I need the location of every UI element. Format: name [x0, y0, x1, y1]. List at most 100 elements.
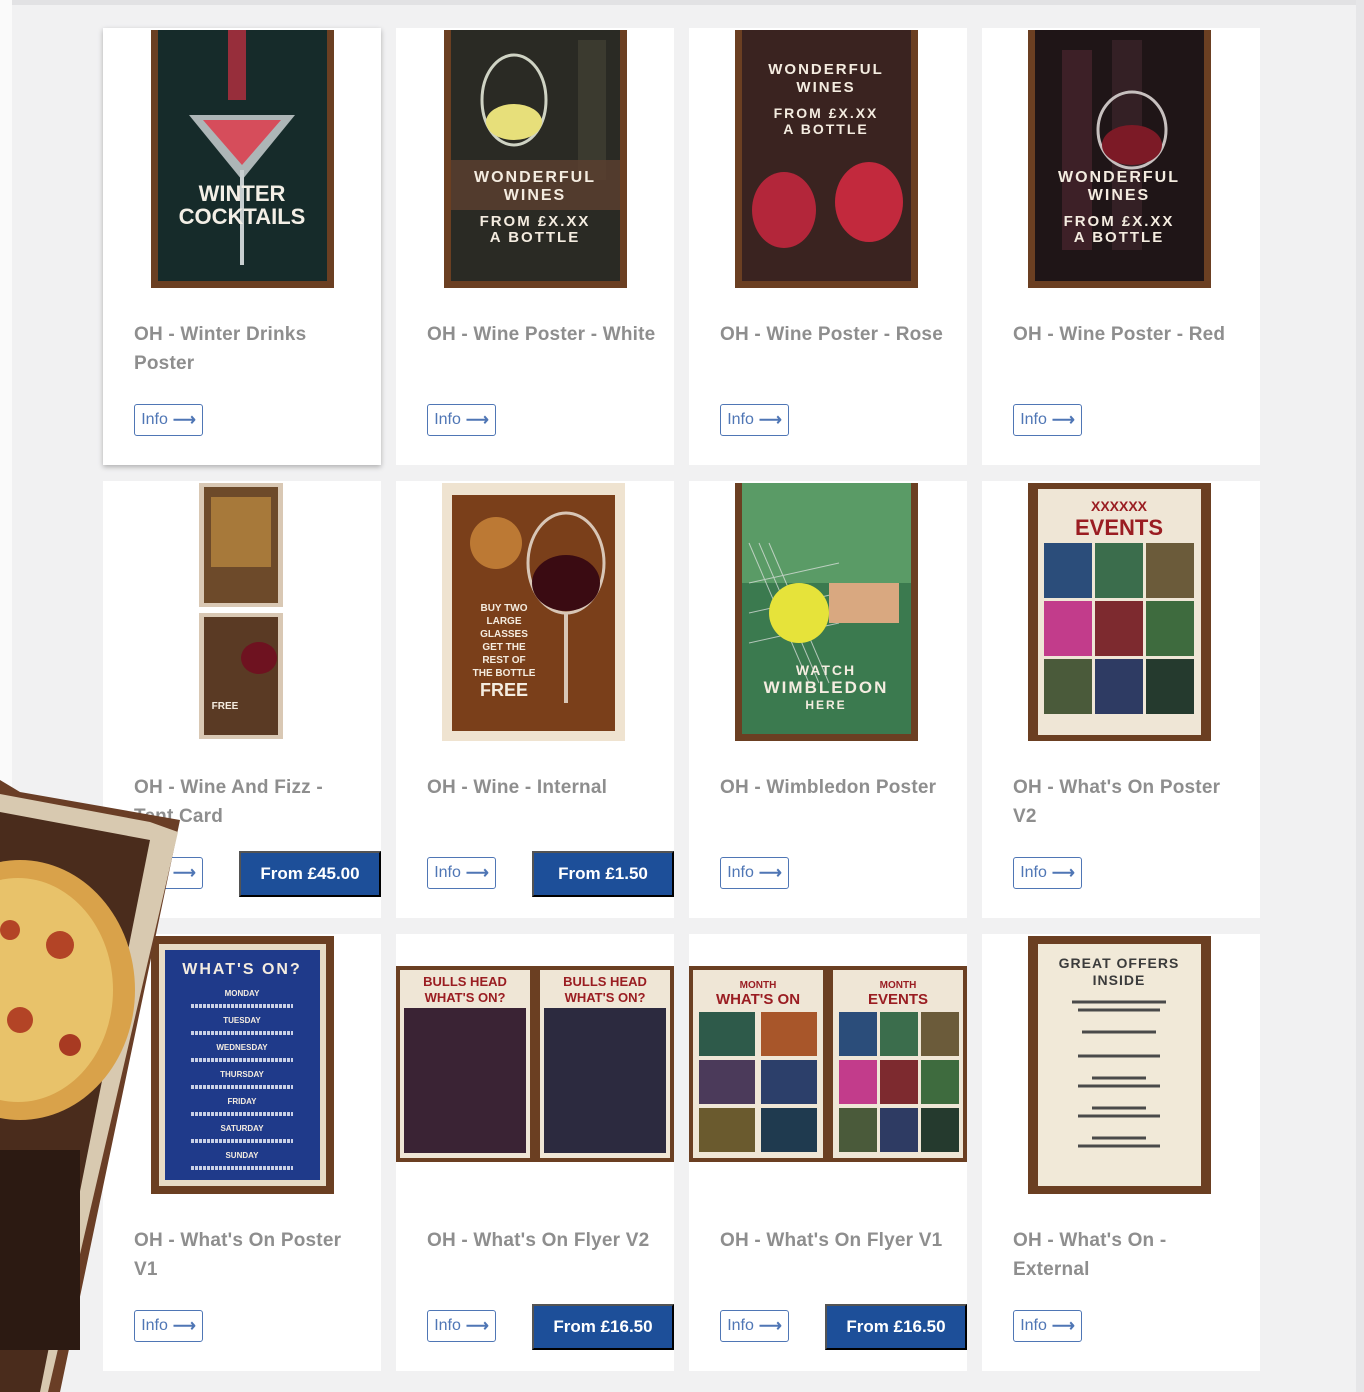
right-edge: [1356, 0, 1364, 1392]
product-card[interactable]: XXXXXX EVENTS OH - What's On Poster V2 I…: [982, 481, 1260, 918]
info-button[interactable]: Info ⟶: [720, 1310, 789, 1342]
product-title[interactable]: OH - Winter Drinks Poster: [134, 320, 364, 378]
arrow-right-icon: ⟶: [172, 1318, 196, 1335]
product-card[interactable]: WONDERFUL WINES FROM £X.XX A BOTTLE OH -…: [396, 28, 674, 465]
arrow-right-icon: ⟶: [172, 412, 196, 429]
price-button[interactable]: From £45.00: [239, 851, 381, 897]
info-button[interactable]: Info ⟶: [427, 857, 496, 889]
poster-text: BUY TWO: [480, 603, 527, 614]
left-edge: [0, 0, 12, 1392]
product-thumbnail[interactable]: FREE: [103, 483, 381, 743]
poster-text: MONTH: [740, 980, 777, 991]
great-offers-poster-image: GREAT OFFERS INSIDE: [1028, 936, 1211, 1194]
product-thumbnail[interactable]: WINTER COCKTAILS: [103, 30, 381, 290]
product-card[interactable]: BUY TWO LARGE GLASSES GET THE REST OF TH…: [396, 481, 674, 918]
product-card[interactable]: MONTH WHAT'S ON MONTH EVENTS OH - What's…: [689, 934, 967, 1371]
poster-text: INSIDE: [1093, 972, 1146, 988]
poster-text: WINES: [1088, 187, 1150, 204]
info-button[interactable]: Info ⟶: [427, 404, 496, 436]
product-thumbnail[interactable]: WONDERFUL WINES FROM £X.XX A BOTTLE: [689, 30, 967, 290]
price-button[interactable]: From £16.50: [532, 1304, 674, 1350]
product-grid: WINTER COCKTAILS OH - Winter Drinks Post…: [103, 28, 1263, 1371]
winter-cocktails-poster-image: WINTER COCKTAILS: [151, 30, 334, 288]
poster-text: WONDERFUL: [1058, 169, 1180, 186]
product-thumbnail[interactable]: WATCH WIMBLEDON HERE: [689, 483, 967, 743]
info-button-label: Info: [727, 864, 754, 881]
product-title[interactable]: OH - What's On Poster V1: [134, 1226, 364, 1284]
product-card[interactable]: BULLS HEAD WHAT'S ON? BULLS HEAD WHAT'S …: [396, 934, 674, 1371]
product-title[interactable]: OH - Wine - Internal: [427, 773, 657, 802]
info-button[interactable]: Info ⟶: [1013, 857, 1082, 889]
rose-wine-poster-image: WONDERFUL WINES FROM £X.XX A BOTTLE: [735, 30, 918, 288]
price-button[interactable]: From £1.50: [532, 851, 674, 897]
product-title[interactable]: OH - Wine Poster - Red: [1013, 320, 1243, 349]
product-title[interactable]: OH - What's On Poster V2: [1013, 773, 1243, 831]
info-button-label: Info: [141, 1317, 168, 1334]
info-button-label: Info: [141, 411, 168, 428]
product-title[interactable]: OH - Wine Poster - Rose: [720, 320, 950, 349]
poster-text: FRIDAY: [227, 1097, 257, 1106]
product-title[interactable]: OH - Wine Poster - White: [427, 320, 657, 349]
info-button[interactable]: Info ⟶: [134, 857, 203, 889]
poster-text: A BOTTLE: [490, 229, 580, 246]
poster-text: WONDERFUL: [474, 169, 596, 186]
arrow-right-icon: ⟶: [465, 1318, 489, 1335]
info-button-label: Info: [1020, 1317, 1047, 1334]
info-button[interactable]: Info ⟶: [720, 404, 789, 436]
arrow-right-icon: ⟶: [172, 865, 196, 882]
product-card[interactable]: WINTER COCKTAILS OH - Winter Drinks Post…: [103, 28, 381, 465]
price-button[interactable]: From £16.50: [825, 1304, 967, 1350]
info-button[interactable]: Info ⟶: [720, 857, 789, 889]
product-thumbnail[interactable]: BUY TWO LARGE GLASSES GET THE REST OF TH…: [396, 483, 674, 743]
arrow-right-icon: ⟶: [758, 412, 782, 429]
product-title[interactable]: OH - What's On Flyer V1: [720, 1226, 950, 1255]
info-button[interactable]: Info ⟶: [134, 1310, 203, 1342]
info-button-label: Info: [1020, 411, 1047, 428]
top-edge: [0, 0, 1364, 5]
info-button-label: Info: [727, 411, 754, 428]
wine-internal-poster-image: BUY TWO LARGE GLASSES GET THE REST OF TH…: [442, 483, 625, 741]
product-thumbnail[interactable]: WONDERFUL WINES FROM £X.XX A BOTTLE: [982, 30, 1260, 290]
product-thumbnail[interactable]: WONDERFUL WINES FROM £X.XX A BOTTLE: [396, 30, 674, 290]
product-thumbnail[interactable]: XXXXXX EVENTS: [982, 483, 1260, 743]
product-card[interactable]: WHAT'S ON? MONDAY TUESDAY WEDNESDAY THUR…: [103, 934, 381, 1371]
poster-text: MONDAY: [225, 989, 260, 998]
arrow-right-icon: ⟶: [1051, 1318, 1075, 1335]
product-title[interactable]: OH - Wimbledon Poster: [720, 773, 950, 802]
product-title[interactable]: OH - What's On - External: [1013, 1226, 1243, 1284]
poster-text: FREE: [480, 680, 528, 700]
arrow-right-icon: ⟶: [1051, 865, 1075, 882]
product-title[interactable]: OH - What's On Flyer V2: [427, 1226, 657, 1255]
poster-text: WINTER: [199, 181, 286, 206]
product-thumbnail[interactable]: BULLS HEAD WHAT'S ON? BULLS HEAD WHAT'S …: [396, 936, 674, 1196]
product-card[interactable]: GREAT OFFERS INSIDE OH - What's On - Ext…: [982, 934, 1260, 1371]
info-button[interactable]: Info ⟶: [134, 404, 203, 436]
tent-card-image: FREE: [199, 483, 283, 739]
wimbledon-poster-image: WATCH WIMBLEDON HERE: [735, 483, 918, 741]
product-title[interactable]: OH - Wine And Fizz - Tent Card: [134, 773, 364, 831]
product-thumbnail[interactable]: WHAT'S ON? MONDAY TUESDAY WEDNESDAY THUR…: [103, 936, 381, 1196]
arrow-right-icon: ⟶: [758, 1318, 782, 1335]
product-card[interactable]: WONDERFUL WINES FROM £X.XX A BOTTLE OH -…: [982, 28, 1260, 465]
poster-text: THURSDAY: [220, 1070, 264, 1079]
poster-text: SATURDAY: [220, 1124, 264, 1133]
red-wine-poster-image: WONDERFUL WINES FROM £X.XX A BOTTLE: [1028, 30, 1211, 288]
product-card[interactable]: WATCH WIMBLEDON HERE OH - Wimbledon Post…: [689, 481, 967, 918]
arrow-right-icon: ⟶: [465, 865, 489, 882]
info-button-label: Info: [1020, 864, 1047, 881]
product-card[interactable]: FREE OH - Wine And Fizz - Tent Card Info…: [103, 481, 381, 918]
info-button-label: Info: [141, 864, 168, 881]
poster-text: WONDERFUL: [768, 61, 884, 78]
product-thumbnail[interactable]: MONTH WHAT'S ON MONTH EVENTS: [689, 936, 967, 1196]
product-card[interactable]: WONDERFUL WINES FROM £X.XX A BOTTLE OH -…: [689, 28, 967, 465]
info-button[interactable]: Info ⟶: [1013, 404, 1082, 436]
poster-text: GREAT OFFERS: [1059, 955, 1180, 971]
poster-text: TUESDAY: [223, 1016, 261, 1025]
poster-text: MONTH: [880, 980, 917, 991]
info-button[interactable]: Info ⟶: [1013, 1310, 1082, 1342]
product-thumbnail[interactable]: GREAT OFFERS INSIDE: [982, 936, 1260, 1196]
events-poster-image: XXXXXX EVENTS: [1028, 483, 1211, 741]
poster-text: THE BOTTLE: [473, 668, 536, 679]
info-button[interactable]: Info ⟶: [427, 1310, 496, 1342]
poster-text: A BOTTLE: [783, 121, 868, 137]
